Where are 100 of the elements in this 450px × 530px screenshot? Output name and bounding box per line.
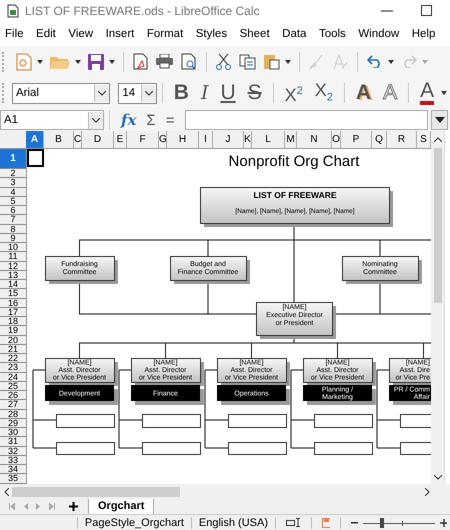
menu-item[interactable]: Format [146, 28, 184, 40]
formula-button[interactable]: = [166, 112, 174, 129]
sheet-tab[interactable]: Orgchart [88, 498, 154, 515]
format-button[interactable]: U [220, 81, 236, 106]
menu-item[interactable]: Insert [106, 28, 134, 40]
row-header[interactable]: 29 [0, 418, 26, 428]
row-header[interactable]: 31 [0, 437, 26, 447]
vertical-scrollbar[interactable] [431, 131, 444, 484]
menu-item[interactable]: Sheet [240, 28, 270, 40]
scroll-right-icon[interactable] [425, 488, 430, 496]
column-header[interactable]: H [167, 131, 199, 148]
column-header[interactable]: D [82, 131, 114, 148]
zoom-thumb[interactable] [380, 518, 384, 528]
row-header[interactable]: 14 [0, 280, 26, 290]
add-sheet-icon[interactable] [69, 502, 78, 512]
expand-button[interactable] [431, 110, 448, 130]
row-header[interactable]: 25 [0, 382, 26, 392]
row-header[interactable]: 21 [0, 344, 26, 354]
column-header[interactable]: J [213, 131, 244, 148]
row-header[interactable]: 24 [0, 372, 26, 382]
row-header[interactable]: 18 [0, 317, 26, 326]
row-header[interactable]: 12 [0, 262, 26, 271]
menu-item[interactable]: Tools [318, 28, 346, 40]
row-header[interactable]: 8 [0, 224, 26, 234]
font-name-field[interactable]: Arial [12, 82, 110, 104]
row-header[interactable]: 28 [0, 410, 26, 419]
font-size-field[interactable]: 14 [118, 82, 157, 104]
name-box[interactable]: A1 [0, 110, 104, 130]
column-header[interactable]: B [44, 131, 74, 148]
row-header[interactable]: 10 [0, 243, 26, 252]
row-header[interactable]: 30 [0, 428, 26, 438]
menu-item[interactable]: Help [412, 28, 436, 40]
menu-item[interactable]: File [5, 28, 24, 40]
minimize-icon[interactable] [381, 10, 393, 12]
row-header[interactable]: 7 [0, 215, 26, 225]
pdf-export-icon[interactable] [133, 53, 148, 70]
print-preview-icon[interactable] [181, 53, 197, 70]
row-header[interactable]: 32 [0, 446, 26, 456]
scroll-down-icon[interactable] [434, 475, 442, 480]
column-header[interactable]: F [127, 131, 159, 148]
caret-icon[interactable] [388, 60, 394, 64]
format-button[interactable]: A [420, 81, 434, 106]
caret-icon[interactable] [109, 60, 115, 64]
column-header[interactable]: C [74, 131, 82, 148]
format-button[interactable]: X$_{2}$ [314, 78, 333, 110]
caret-icon[interactable] [441, 91, 447, 96]
caret-icon[interactable] [37, 60, 43, 64]
language-label[interactable]: English (USA) [198, 516, 268, 529]
menu-item[interactable]: Edit [36, 28, 56, 40]
scissors-icon[interactable] [216, 53, 231, 70]
row-header[interactable]: 19 [0, 326, 26, 336]
formula-button[interactable]: Σ [146, 112, 156, 129]
selection-mode-icon[interactable] [286, 518, 301, 528]
row-header[interactable]: 17 [0, 308, 26, 318]
column-header[interactable]: A [26, 131, 44, 148]
row-header[interactable]: 15 [0, 289, 26, 299]
undo-icon[interactable] [367, 55, 383, 68]
zoom-in-icon[interactable] [440, 518, 448, 527]
row-header[interactable]: 20 [0, 336, 26, 345]
row-header[interactable]: 2 [0, 169, 26, 178]
column-header[interactable]: Q [372, 131, 387, 148]
row-header[interactable]: 26 [0, 391, 26, 400]
row-header[interactable]: 5 [0, 196, 26, 206]
scroll-thumb[interactable] [12, 486, 180, 497]
column-header[interactable]: K [244, 131, 252, 148]
row-header[interactable]: 3 [0, 178, 26, 188]
printer-icon[interactable] [156, 54, 173, 70]
scroll-left-icon[interactable] [4, 488, 9, 496]
row-header[interactable]: 23 [0, 363, 26, 373]
row-header[interactable]: 16 [0, 298, 26, 308]
scroll-thumb[interactable] [434, 148, 442, 304]
column-header[interactable]: G [159, 131, 167, 148]
row-header[interactable]: 11 [0, 252, 26, 262]
zoom-out-icon[interactable] [350, 522, 358, 524]
caret-icon[interactable] [285, 60, 291, 64]
format-button[interactable]: X$^{2}$ [284, 79, 303, 108]
column-header[interactable]: O [332, 131, 341, 148]
row-header[interactable]: 6 [0, 206, 26, 216]
column-header[interactable]: P [341, 131, 372, 148]
format-button[interactable]: B [174, 81, 189, 106]
row-header[interactable]: 4 [0, 188, 26, 197]
caret-icon[interactable] [75, 60, 81, 64]
zoom-slider[interactable] [363, 516, 435, 529]
scroll-up-icon[interactable] [434, 137, 442, 142]
formula-button[interactable]: fx [121, 111, 136, 130]
clipboard-icon[interactable] [264, 53, 280, 70]
copy-icon[interactable] [239, 54, 256, 70]
document-modified-icon[interactable] [322, 518, 330, 528]
new-document-icon[interactable] [16, 52, 32, 71]
row-header[interactable]: 22 [0, 354, 26, 364]
column-header[interactable]: L [252, 131, 285, 148]
menu-item[interactable]: Window [358, 28, 400, 40]
column-header[interactable]: R [387, 131, 417, 148]
row-header[interactable]: 1 [0, 149, 26, 170]
column-header[interactable]: I [199, 131, 213, 148]
column-header[interactable]: N [297, 131, 332, 148]
row-header[interactable]: 27 [0, 400, 26, 410]
format-button[interactable]: A [356, 81, 372, 106]
column-header[interactable]: M [285, 131, 297, 148]
menu-item[interactable]: Styles [196, 28, 228, 40]
